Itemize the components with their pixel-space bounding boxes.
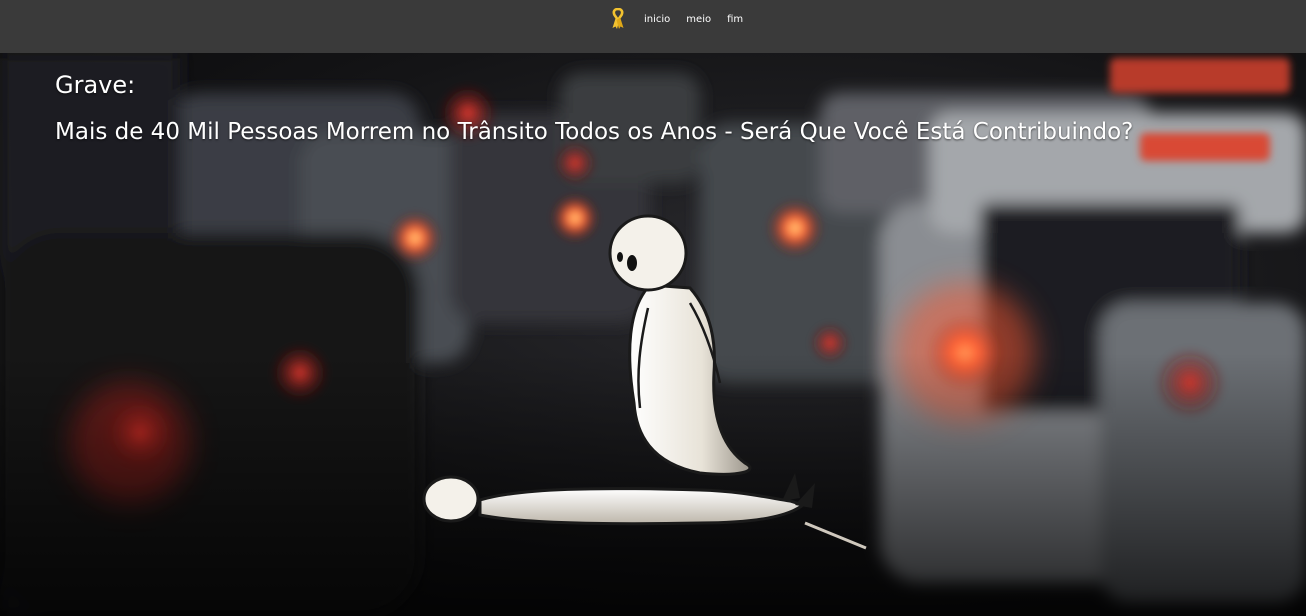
hero-banner: Grave: Mais de 40 Mil Pessoas Morrem no … [0, 53, 1306, 616]
nav-link-fim[interactable]: fim [727, 14, 743, 25]
hero-title: Mais de 40 Mil Pessoas Morrem no Trânsit… [55, 119, 1134, 145]
yellow-ribbon-icon[interactable] [611, 8, 625, 30]
nav-link-inicio[interactable]: inicio [644, 14, 670, 25]
hero-kicker: Grave: [55, 71, 136, 99]
top-nav-bar: inicio meio fim [0, 0, 1306, 53]
nav-menu: inicio meio fim [611, 7, 759, 31]
nav-link-meio[interactable]: meio [686, 14, 711, 25]
